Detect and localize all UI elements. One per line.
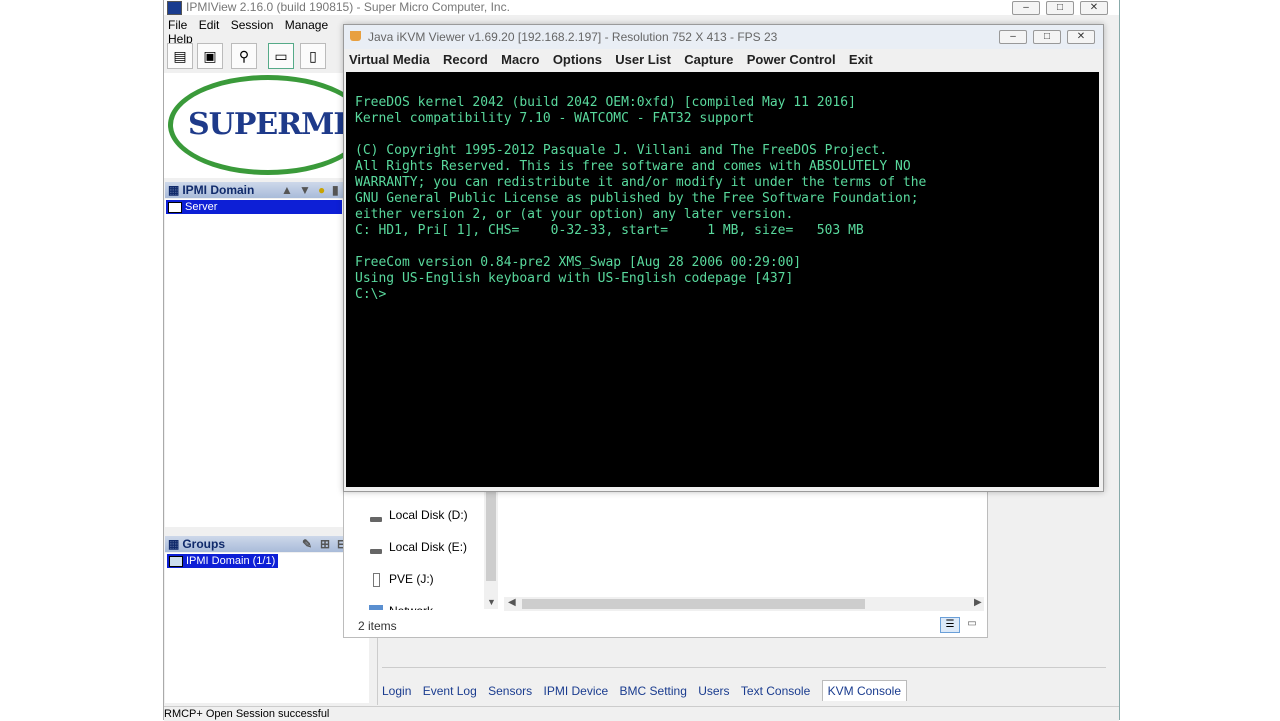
save-icon[interactable]: ▣ bbox=[197, 43, 223, 69]
globe-icon: ▦ bbox=[168, 183, 180, 197]
close-button[interactable]: ✕ bbox=[1080, 1, 1108, 15]
menu-file[interactable]: File bbox=[168, 18, 187, 32]
tab-login[interactable]: Login bbox=[382, 681, 411, 701]
content-divider bbox=[382, 667, 1106, 668]
tab-bar: Login Event Log Sensors IPMI Device BMC … bbox=[382, 680, 915, 701]
search-icon[interactable]: ⚲ bbox=[231, 43, 257, 69]
tab-event-log[interactable]: Event Log bbox=[423, 681, 477, 701]
status-bar: RMCP+ Open Session successful bbox=[164, 706, 1119, 721]
tab-sensors[interactable]: Sensors bbox=[488, 681, 532, 701]
add-group-icon[interactable]: ⊞ bbox=[320, 536, 330, 552]
tree-header: ▦ IPMI Domain ▲ ▼ ● ▮ bbox=[165, 182, 343, 198]
up-arrow-icon[interactable]: ▲ bbox=[281, 182, 293, 198]
menu-capture[interactable]: Capture bbox=[684, 49, 733, 71]
console-line: FreeCom version 0.84-pre2 XMS_Swap [Aug … bbox=[355, 255, 802, 270]
java-icon bbox=[350, 31, 361, 41]
console-line: GNU General Public License as published … bbox=[355, 191, 919, 206]
logo-text: SUPERMICRO bbox=[188, 107, 344, 142]
kvm-menubar: Virtual Media Record Macro Options User … bbox=[344, 49, 1103, 71]
app-icon bbox=[167, 1, 182, 15]
kvm-close-button[interactable]: ✕ bbox=[1067, 30, 1095, 44]
ipmiview-titlebar: IPMIView 2.16.0 (build 190815) - Super M… bbox=[164, 0, 1119, 15]
menu-record[interactable]: Record bbox=[443, 49, 488, 71]
drive-icon bbox=[370, 517, 382, 522]
console-line: All Rights Reserved. This is free softwa… bbox=[355, 159, 911, 174]
large-icons-view-icon[interactable]: ▭ bbox=[964, 617, 980, 631]
menu-manage[interactable]: Manage bbox=[285, 18, 328, 32]
nav-scroll-thumb[interactable] bbox=[486, 489, 496, 581]
server-icon bbox=[168, 201, 182, 213]
tab-ipmi-device[interactable]: IPMI Device bbox=[543, 681, 608, 701]
console-line: FreeDOS kernel 2042 (build 2042 OEM:0xfd… bbox=[355, 95, 856, 110]
tree-item-server[interactable]: Server bbox=[166, 200, 342, 214]
horizontal-scroll-thumb[interactable] bbox=[522, 599, 865, 609]
console-line: Kernel compatibility 7.10 - WATCOMC - FA… bbox=[355, 111, 755, 126]
menu-session[interactable]: Session bbox=[231, 18, 274, 32]
groups-item[interactable]: IPMI Domain (1/1) bbox=[167, 554, 279, 568]
explorer-nav-pane[interactable]: Local Disk (D:) Local Disk (E:) PVE (J:)… bbox=[344, 489, 484, 610]
domain-icon bbox=[169, 555, 183, 567]
scroll-right-icon[interactable]: ▶ bbox=[974, 597, 982, 608]
tab-users[interactable]: Users bbox=[698, 681, 729, 701]
network-icon bbox=[369, 605, 383, 610]
tree-item-label: Server bbox=[185, 201, 218, 213]
remote-console-screen[interactable]: FreeDOS kernel 2042 (build 2042 OEM:0xfd… bbox=[346, 72, 1099, 487]
kvm-minimize-button[interactable]: – bbox=[999, 30, 1027, 44]
ipmiview-title: IPMIView 2.16.0 (build 190815) - Super M… bbox=[186, 0, 510, 14]
menu-edit[interactable]: Edit bbox=[199, 18, 220, 32]
scroll-left-icon[interactable]: ◀ bbox=[508, 597, 516, 608]
tree-header-label: IPMI Domain bbox=[182, 183, 255, 197]
ipmiview-menubar: File Edit Session Manage Help bbox=[168, 18, 368, 46]
menu-power-control[interactable]: Power Control bbox=[747, 49, 836, 71]
groups-item-label: IPMI Domain (1/1) bbox=[186, 555, 276, 567]
console-output: FreeDOS kernel 2042 (build 2042 OEM:0xfd… bbox=[355, 95, 926, 303]
minimize-button[interactable]: – bbox=[1012, 1, 1040, 15]
explorer-window: Local Disk (D:) Local Disk (E:) PVE (J:)… bbox=[343, 488, 988, 638]
explorer-item-count: 2 items bbox=[358, 619, 397, 633]
edit-group-icon[interactable]: ✎ bbox=[302, 536, 312, 552]
drive-icon bbox=[370, 549, 382, 554]
console-line: Using US-English keyboard with US-Englis… bbox=[355, 271, 794, 286]
groups-tree[interactable]: IPMI Domain (1/1) bbox=[165, 553, 369, 703]
drive-d[interactable]: Local Disk (D:) bbox=[389, 508, 468, 522]
device-icon[interactable]: ▮ bbox=[332, 182, 339, 198]
kvm-title: Java iKVM Viewer v1.69.20 [192.168.2.197… bbox=[368, 30, 778, 44]
network-item[interactable]: Network bbox=[389, 604, 433, 610]
menu-virtual-media[interactable]: Virtual Media bbox=[349, 49, 430, 71]
kvm-titlebar: Java iKVM Viewer v1.69.20 [192.168.2.197… bbox=[344, 25, 1103, 49]
tab-kvm-console[interactable]: KVM Console bbox=[821, 680, 907, 701]
monitor-icon[interactable]: ▭ bbox=[268, 43, 294, 69]
document-icon[interactable]: ▯ bbox=[300, 43, 326, 69]
groups-header: ▦Groups ✎ ⊞ ⊟ bbox=[165, 536, 369, 552]
supermicro-logo: SUPERMICRO bbox=[164, 73, 344, 178]
device-tree[interactable]: Server bbox=[165, 199, 343, 527]
status-text: RMCP+ Open Session successful bbox=[164, 708, 330, 720]
console-line: C:\> bbox=[355, 287, 387, 302]
menu-user-list[interactable]: User List bbox=[615, 49, 671, 71]
bulb-icon[interactable]: ● bbox=[318, 182, 325, 198]
console-line: (C) Copyright 1995-2012 Pasquale J. Vill… bbox=[355, 143, 888, 158]
kvm-viewer-window: Java iKVM Viewer v1.69.20 [192.168.2.197… bbox=[343, 24, 1104, 492]
menu-options[interactable]: Options bbox=[553, 49, 602, 71]
tab-bmc-setting[interactable]: BMC Setting bbox=[620, 681, 687, 701]
drive-j[interactable]: PVE (J:) bbox=[389, 572, 434, 586]
tab-text-console[interactable]: Text Console bbox=[741, 681, 810, 701]
maximize-button[interactable]: □ bbox=[1046, 1, 1074, 15]
menu-exit[interactable]: Exit bbox=[849, 49, 873, 71]
console-line: C: HD1, Pri[ 1], CHS= 0-32-33, start= 1 … bbox=[355, 223, 864, 238]
new-icon[interactable]: ▤ bbox=[167, 43, 193, 69]
usb-drive-icon bbox=[373, 573, 380, 587]
groups-header-label: Groups bbox=[182, 537, 226, 551]
console-line: WARRANTY; you can redistribute it and/or… bbox=[355, 175, 927, 190]
down-arrow-icon[interactable]: ▼ bbox=[299, 182, 311, 198]
console-line: either version 2, or (at your option) an… bbox=[355, 207, 794, 222]
drive-e[interactable]: Local Disk (E:) bbox=[389, 540, 467, 554]
kvm-maximize-button[interactable]: □ bbox=[1033, 30, 1061, 44]
scroll-down-icon[interactable]: ▼ bbox=[487, 597, 496, 607]
details-view-icon[interactable]: ☰ bbox=[940, 617, 960, 633]
groups-icon: ▦ bbox=[168, 537, 180, 551]
menu-macro[interactable]: Macro bbox=[501, 49, 539, 71]
